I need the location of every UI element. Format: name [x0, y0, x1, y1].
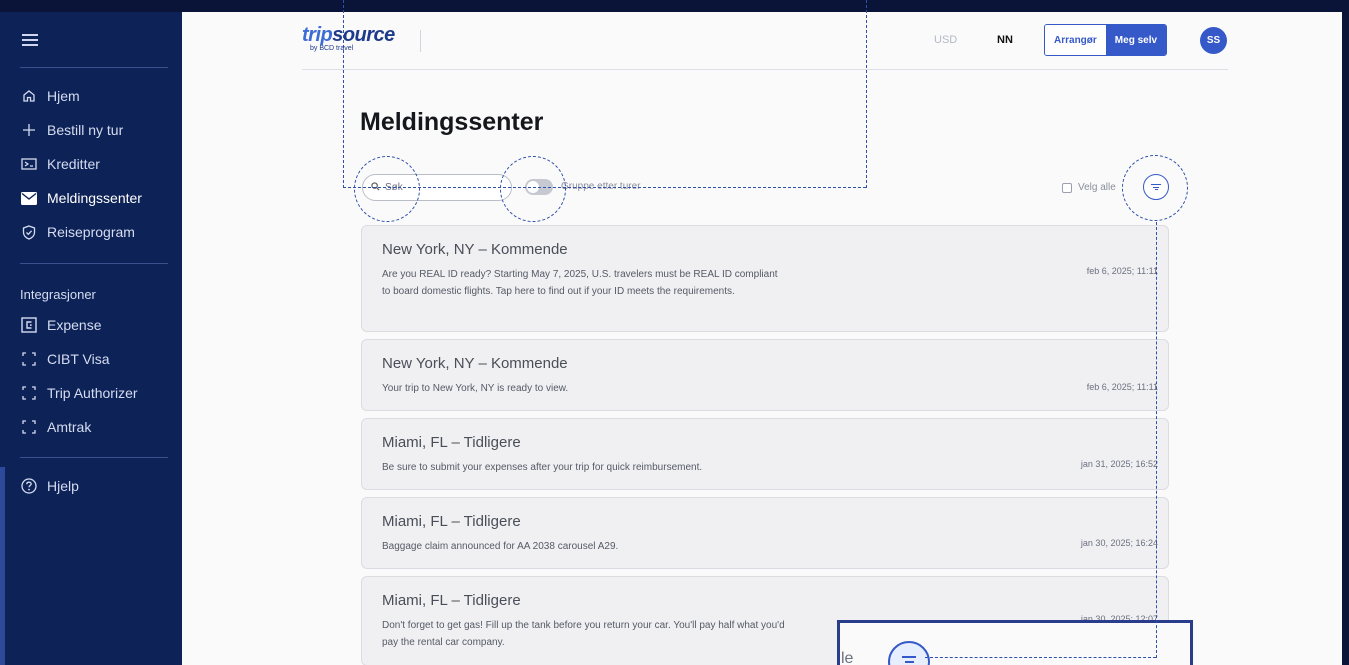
right-gutter	[1342, 12, 1349, 665]
filter-icon	[888, 641, 930, 665]
tripsource-logo[interactable]: tripsource by BCD travel	[302, 24, 395, 52]
home-icon	[20, 87, 38, 105]
logo-word-trip: trip	[302, 24, 333, 46]
sidebar-item-label: Hjem	[47, 88, 80, 104]
message-body: Baggage claim announced for AA 2038 caro…	[382, 541, 619, 552]
sidebar-divider	[20, 457, 168, 458]
message-title: New York, NY – Kommende	[382, 355, 568, 372]
sidebar-divider	[20, 67, 168, 68]
sidebar-divider	[20, 263, 168, 264]
page-title: Meldingssenter	[360, 108, 544, 136]
message-body: Don't forget to get gas! Fill up the tan…	[382, 620, 785, 648]
annotation-circle-toggle	[500, 156, 566, 222]
shield-check-icon	[20, 223, 38, 241]
avatar[interactable]: SS	[1200, 27, 1227, 54]
sidebar-item-hjem[interactable]: Hjem	[20, 83, 80, 109]
annotation-line	[343, 0, 344, 188]
expense-icon	[20, 316, 38, 334]
annotation-line	[925, 657, 1156, 658]
role-option-myself[interactable]: Meg selv	[1105, 25, 1167, 55]
message-date: jan 31, 2025; 16:52	[1080, 459, 1158, 469]
message-date: jan 30, 2025; 16:24	[1080, 538, 1158, 548]
annotation-circle-search	[354, 156, 420, 222]
role-toggle: Arrangør Meg selv	[1044, 24, 1168, 56]
sidebar: Hjem Bestill ny tur Kreditter Meldingsse…	[0, 12, 182, 665]
sidebar-item-cibt-visa[interactable]: CIBT Visa	[20, 346, 110, 372]
ticket-icon	[20, 155, 38, 173]
sidebar-item-label: Meldingssenter	[47, 190, 142, 206]
message-card[interactable]: Miami, FL – Tidligere Baggage claim anno…	[361, 497, 1169, 569]
message-card[interactable]: New York, NY – Kommende Are you REAL ID …	[361, 225, 1169, 332]
sidebar-item-kreditter[interactable]: Kreditter	[20, 151, 100, 177]
sidebar-item-hjelp[interactable]: Hjelp	[20, 473, 79, 499]
hamburger-menu-icon[interactable]	[22, 34, 38, 46]
sidebar-item-reiseprogram[interactable]: Reiseprogram	[20, 219, 135, 245]
sidebar-item-label: Expense	[47, 317, 102, 333]
sidebar-item-expense[interactable]: Expense	[20, 312, 101, 338]
annotation-line	[1156, 222, 1157, 658]
message-card[interactable]: New York, NY – Kommende Your trip to New…	[361, 339, 1169, 411]
sidebar-edge-accent	[0, 467, 5, 665]
message-body: Your trip to New York, NY is ready to vi…	[382, 383, 569, 394]
language-selector[interactable]: NN	[997, 34, 1013, 46]
zoom-fragment-text: le	[841, 650, 854, 665]
sidebar-item-label: Bestill ny tur	[47, 122, 124, 138]
select-all-label: Velg alle	[1078, 182, 1116, 193]
frame-icon	[20, 350, 38, 368]
message-card[interactable]: Miami, FL – Tidligere Be sure to submit …	[361, 418, 1169, 490]
annotation-circle-filter	[1122, 155, 1188, 221]
sidebar-item-label: Kreditter	[47, 156, 100, 172]
checkbox-box[interactable]	[1062, 182, 1072, 193]
help-circle-icon	[20, 477, 38, 495]
sidebar-item-label: Trip Authorizer	[47, 385, 138, 401]
role-option-arranger[interactable]: Arrangør	[1045, 25, 1106, 55]
plus-icon	[20, 121, 38, 139]
logo-separator	[420, 30, 421, 52]
message-title: New York, NY – Kommende	[382, 241, 568, 258]
annotation-line	[343, 187, 866, 188]
annotation-line	[866, 0, 867, 188]
sidebar-item-trip-authorizer[interactable]: Trip Authorizer	[20, 380, 138, 406]
main-content: tripsource by BCD travel USD NN Arrangør…	[182, 12, 1342, 665]
message-date: feb 6, 2025; 11:11	[1086, 382, 1158, 392]
sidebar-item-label: CIBT Visa	[47, 351, 110, 367]
currency-selector[interactable]: USD	[934, 34, 957, 46]
message-title: Miami, FL – Tidligere	[382, 434, 521, 451]
header-divider	[302, 69, 1228, 70]
sidebar-item-label: Hjelp	[47, 478, 79, 494]
frame-icon	[20, 384, 38, 402]
sidebar-item-meldingssenter[interactable]: Meldingssenter	[20, 185, 142, 211]
message-title: Miami, FL – Tidligere	[382, 513, 521, 530]
select-all-checkbox[interactable]: Velg alle	[1062, 182, 1116, 193]
zoom-callout: le	[837, 620, 1193, 665]
message-date: feb 6, 2025; 11:11	[1086, 266, 1158, 276]
sidebar-item-label: Reiseprogram	[47, 224, 135, 240]
message-body: Be sure to submit your expenses after yo…	[382, 462, 703, 473]
top-strip	[0, 0, 1349, 12]
logo-word-source: source	[332, 24, 395, 46]
sidebar-item-label: Amtrak	[47, 419, 92, 435]
frame-icon	[20, 418, 38, 436]
envelope-icon	[20, 189, 38, 207]
message-title: Miami, FL – Tidligere	[382, 592, 521, 609]
sidebar-item-amtrak[interactable]: Amtrak	[20, 414, 91, 440]
message-body: Are you REAL ID ready? Starting May 7, 2…	[382, 269, 778, 297]
sidebar-item-bestill-ny-tur[interactable]: Bestill ny tur	[20, 117, 123, 143]
integrations-heading: Integrasjoner	[20, 287, 96, 302]
